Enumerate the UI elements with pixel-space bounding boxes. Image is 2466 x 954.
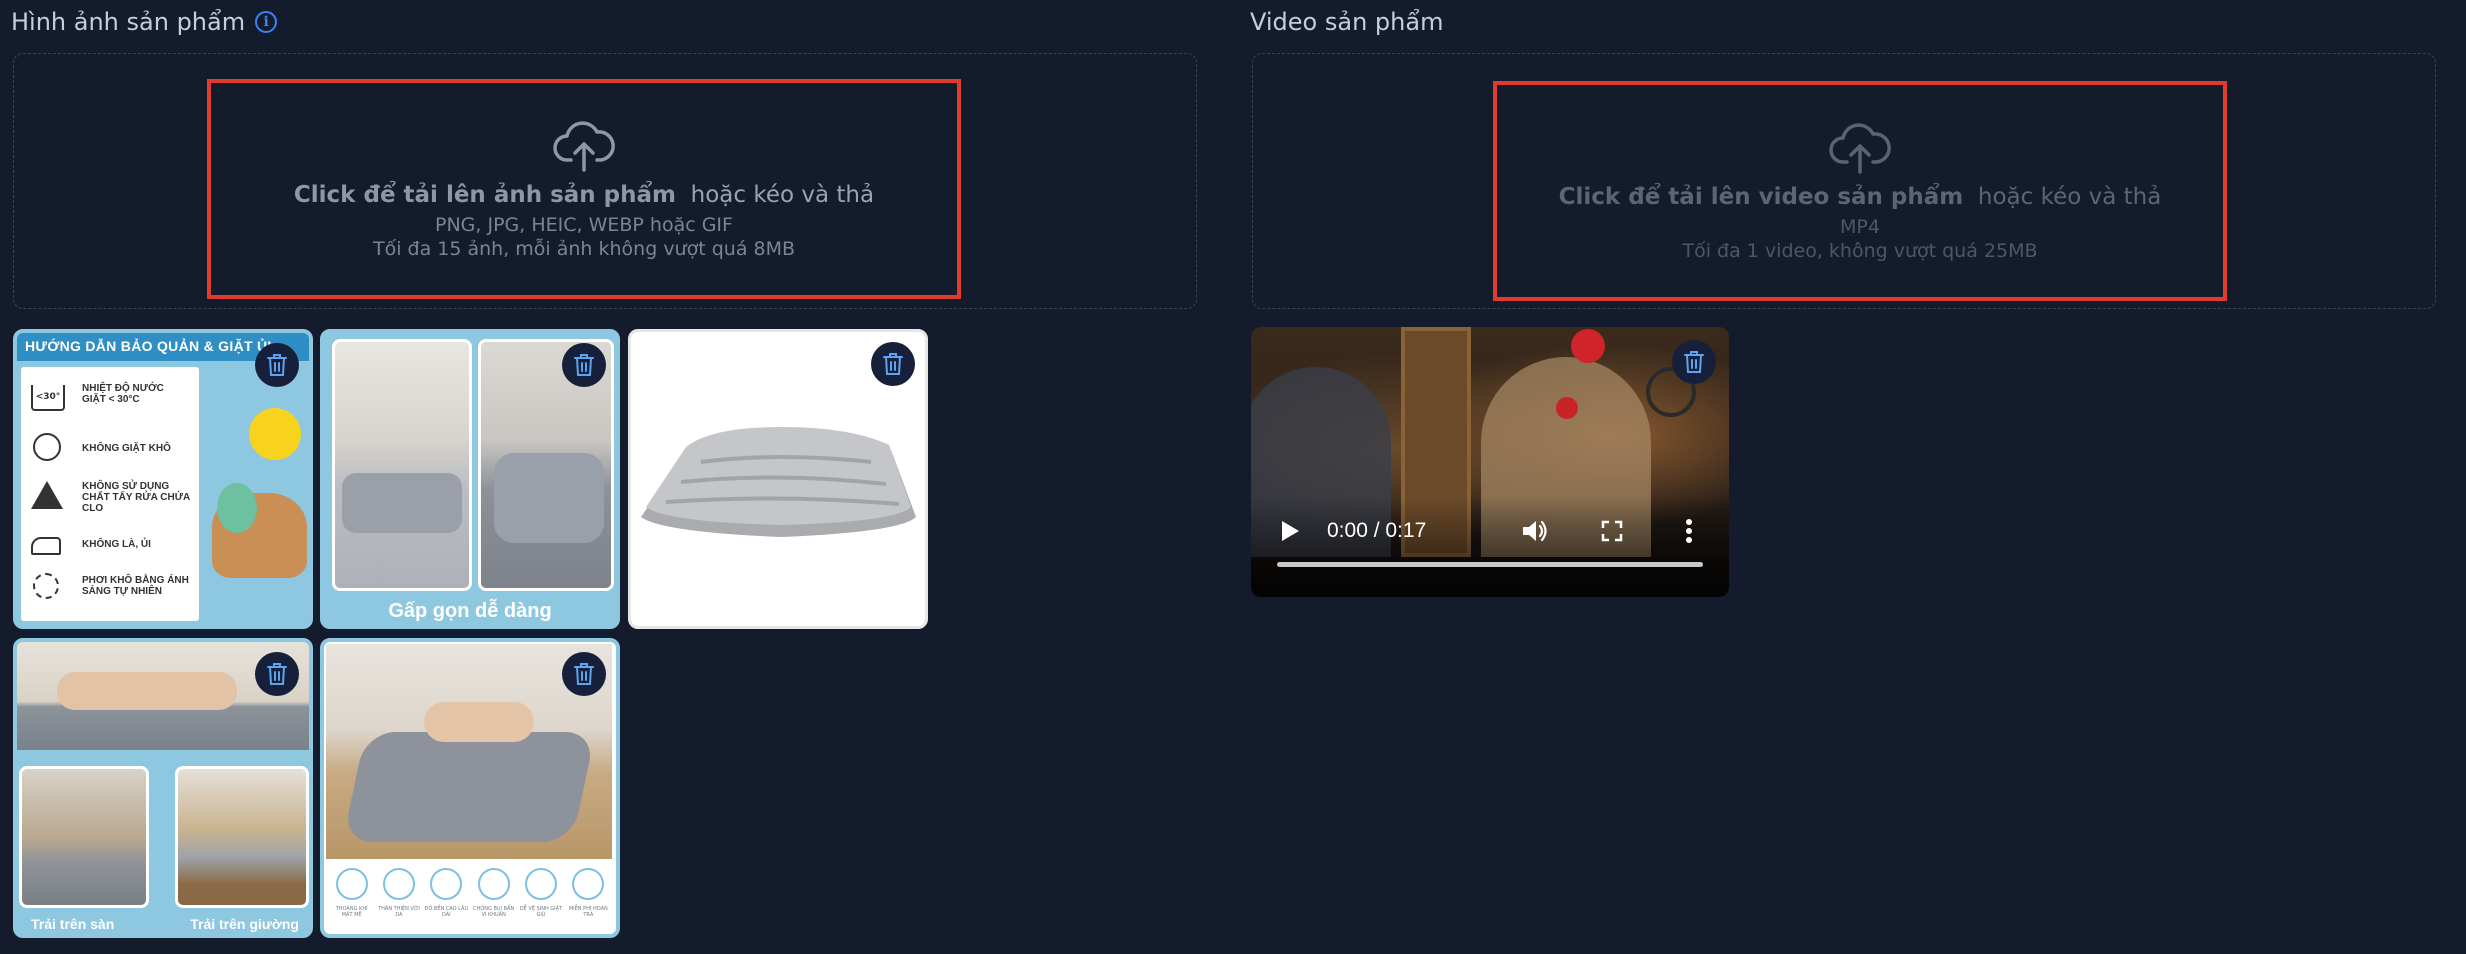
image-limit: Tối đa 15 ảnh, mỗi ảnh không vượt quá 8M… <box>372 238 796 260</box>
no-iron-icon <box>31 537 61 555</box>
video-limit: Tối đa 1 video, không vượt quá 25MB <box>1682 240 2038 262</box>
skin-friendly-icon <box>382 868 415 900</box>
product-image-5[interactable]: THOÁNG KHÍ MẶT MỀ THÂN THIỆN VỚI DA ĐỘ B… <box>320 638 620 938</box>
feature-label-4: CHỐNG BỤI BẨN VI KHUẨN <box>473 906 515 918</box>
play-icon[interactable] <box>1279 519 1301 543</box>
feature-icons-row <box>328 868 612 930</box>
delete-image-1-button[interactable] <box>255 343 299 387</box>
delete-image-5-button[interactable] <box>562 652 606 696</box>
anti-dust-icon <box>477 868 510 900</box>
feature-label-1: THOÁNG KHÍ MẶT MỀ <box>335 906 368 918</box>
care-label-4: KHÔNG LÀ, ỦI <box>82 539 151 550</box>
video-upload-target[interactable]: Click để tải lên video sản phẩm hoặc kéo… <box>1493 81 2227 301</box>
care-label-1: NHIỆT ĐỘ NƯỚC GIẶT < 30°C <box>82 383 164 405</box>
usage-photo-top-person <box>57 672 237 710</box>
sun-dry-icon <box>33 573 59 599</box>
easy-clean-icon <box>524 868 557 900</box>
usage-caption-bed: Trải trên giường <box>190 916 299 932</box>
info-icon[interactable]: i <box>255 11 278 33</box>
trash-icon <box>574 354 594 376</box>
trash-icon <box>883 353 903 375</box>
lying-photo-mattress <box>342 732 596 842</box>
usage-caption-floor: Trải trên sàn <box>31 916 115 932</box>
trash-icon <box>574 663 594 685</box>
care-label-2: KHÔNG GIẶT KHÔ <box>82 443 171 454</box>
delete-image-2-button[interactable] <box>562 343 606 387</box>
free-return-icon <box>572 868 605 900</box>
product-image-2[interactable]: Gấp gọn dễ dàng <box>320 329 620 629</box>
feature-label-5: DỄ VỆ SINH GIẶT GIŨ <box>519 906 563 918</box>
video-dropzone[interactable]: Click để tải lên video sản phẩm hoặc kéo… <box>1252 53 2436 309</box>
feature-labels-row: THOÁNG KHÍ MẶT MỀ THÂN THIỆN VỚI DA ĐỘ B… <box>328 906 612 918</box>
feature-label-6: MIỄN PHÍ HOÀN TRẢ <box>568 906 608 918</box>
video-time: 0:00 / 0:17 <box>1327 519 1427 542</box>
images-section-title: Hình ảnh sản phẩm i <box>11 8 278 36</box>
cloud-upload-icon <box>553 121 615 172</box>
image-upload-cta-rest: hoặc kéo và thả <box>690 182 875 208</box>
image-upload-cta: Click để tải lên ảnh sản phẩm hoặc kéo v… <box>294 182 874 208</box>
care-title: HƯỚNG DẪN BẢO QUẢN & GIẶT ỦI <box>25 338 272 354</box>
wash-temp-badge: <30° <box>35 392 61 402</box>
video-upload-cta: Click để tải lên video sản phẩm hoặc kéo… <box>1559 184 2162 210</box>
fullscreen-icon[interactable] <box>1601 520 1623 542</box>
product-image-1[interactable]: HƯỚNG DẪN BẢO QUẢN & GIẶT ỦI <30° NHIỆT … <box>13 329 313 629</box>
usage-photo-bed <box>175 766 309 908</box>
video-progress-bar[interactable] <box>1277 562 1703 567</box>
cloud-upload-icon <box>1829 123 1891 174</box>
product-image-4[interactable]: Trải trên sàn Trải trên giường <box>13 638 313 938</box>
image-upload-cta-strong[interactable]: Click để tải lên ảnh sản phẩm <box>294 182 676 208</box>
video-formats: MP4 <box>1840 216 1880 238</box>
product-image-3[interactable] <box>628 329 928 629</box>
image-dropzone[interactable]: Click để tải lên ảnh sản phẩm hoặc kéo v… <box>13 53 1197 309</box>
image-formats: PNG, JPG, HEIC, WEBP hoặc GIF <box>435 214 733 236</box>
care-label-5: PHƠI KHÔ BẰNG ÁNH SÁNG TỰ NHIÊN <box>82 575 189 597</box>
video-controls: 0:00 / 0:17 <box>1251 497 1729 597</box>
video-upload-cta-rest: hoặc kéo và thả <box>1977 184 2162 210</box>
fold-photo-right-roll <box>494 453 604 543</box>
video-player[interactable]: 0:00 / 0:17 <box>1251 327 1729 597</box>
video-scene-lantern-2 <box>1556 397 1578 419</box>
trash-icon <box>267 354 287 376</box>
video-title-text: Video sản phẩm <box>1250 8 1444 36</box>
feature-label-2: THÂN THIỆN VỚI DA <box>378 906 420 918</box>
images-title-text: Hình ảnh sản phẩm <box>11 8 246 36</box>
more-options-icon[interactable] <box>1685 518 1693 544</box>
fold-photo-left <box>332 339 472 591</box>
trash-icon <box>1684 351 1704 373</box>
no-dry-clean-icon <box>33 433 61 461</box>
volume-icon[interactable] <box>1521 518 1549 544</box>
durable-icon <box>430 868 463 900</box>
fold-photo-left-mattress <box>342 473 462 533</box>
image-upload-target[interactable]: Click để tải lên ảnh sản phẩm hoặc kéo v… <box>207 79 961 299</box>
delete-image-4-button[interactable] <box>255 652 299 696</box>
lying-photo-person <box>424 702 534 742</box>
wash-30-icon: <30° <box>31 385 65 411</box>
video-section-title: Video sản phẩm <box>1250 8 1443 36</box>
delete-image-3-button[interactable] <box>871 342 915 386</box>
breathable-icon <box>335 868 368 900</box>
video-scene-lantern-1 <box>1571 329 1605 363</box>
usage-photo-floor <box>19 766 149 908</box>
trash-icon <box>267 663 287 685</box>
no-bleach-icon <box>31 481 63 509</box>
fold-caption: Gấp gọn dễ dàng <box>388 600 552 622</box>
sun-illustration <box>249 408 301 460</box>
feature-label-3: ĐỘ BỀN CAO LÂU DÀI <box>424 906 469 918</box>
character-illustration-2 <box>217 483 257 533</box>
delete-video-button[interactable] <box>1672 340 1716 384</box>
care-label-3: KHÔNG SỬ DỤNG CHẤT TẨY RỬA CHỨA CLO <box>82 481 190 514</box>
video-upload-cta-strong[interactable]: Click để tải lên video sản phẩm <box>1559 184 1964 210</box>
